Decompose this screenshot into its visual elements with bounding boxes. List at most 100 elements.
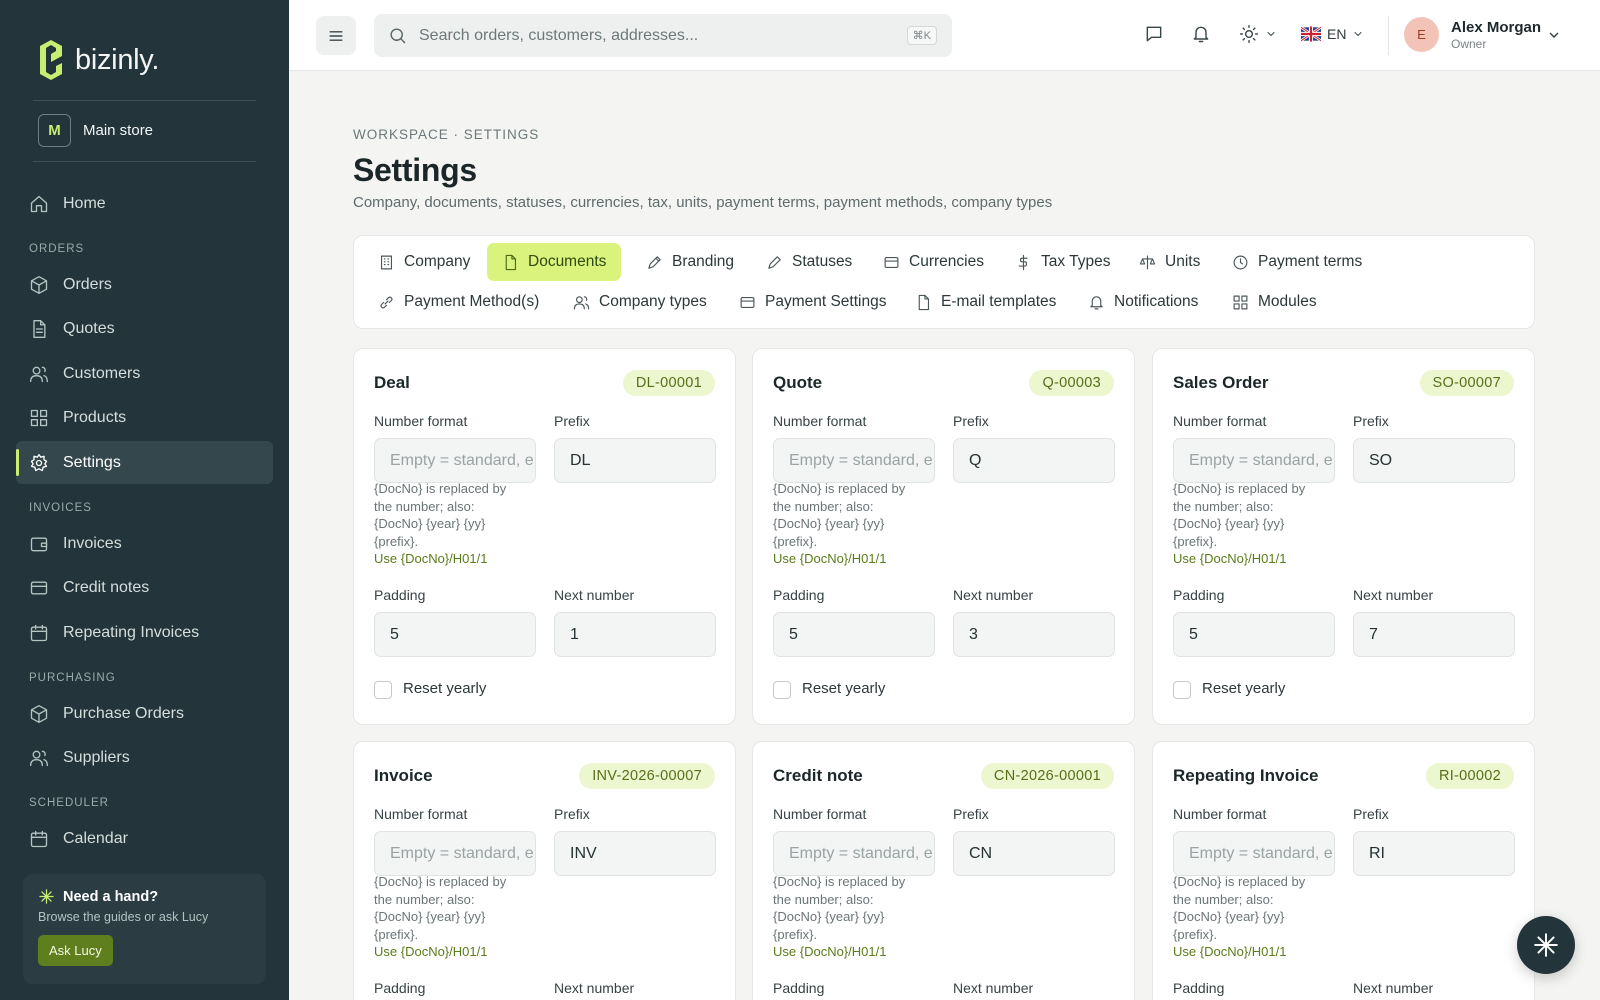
theme-toggle[interactable] xyxy=(1239,24,1277,44)
tab-label: Tax Types xyxy=(1041,253,1111,270)
tab-email-templates[interactable]: E-mail templates xyxy=(891,283,1071,321)
tab-notifications[interactable]: Notifications xyxy=(1064,283,1213,321)
reset-yearly-checkbox[interactable] xyxy=(773,681,791,699)
format-hint-example: Use {DocNo}/H01/1 xyxy=(773,551,887,566)
reset-yearly-label: Reset yearly xyxy=(802,680,886,697)
language-selector[interactable]: EN xyxy=(1301,24,1364,44)
sidebar-item-label: Customers xyxy=(63,364,141,382)
sidebar-item-settings[interactable]: Settings xyxy=(16,441,273,484)
prefix-input[interactable]: SO xyxy=(1353,438,1515,483)
sidebar-item-calendar[interactable]: Calendar xyxy=(16,817,273,860)
chevron-down-icon xyxy=(1267,32,1275,36)
tab-label: Company types xyxy=(599,293,707,310)
sidebar-item-products[interactable]: Products xyxy=(16,396,273,439)
chat-icon xyxy=(1146,26,1162,42)
prefix-label: Prefix xyxy=(1353,413,1389,429)
assistant-fab-button[interactable] xyxy=(1517,916,1575,974)
tab-payment-terms[interactable]: Payment terms xyxy=(1208,243,1377,281)
ask-lucy-button[interactable]: Ask Lucy xyxy=(38,935,113,966)
tab-payment-methods[interactable]: Payment Method(s) xyxy=(354,283,554,321)
reset-yearly-checkbox[interactable] xyxy=(374,681,392,699)
number-format-input[interactable]: Empty = standard, e.g. {DocNo} xyxy=(773,831,935,876)
tab-currencies[interactable]: Currencies xyxy=(859,243,999,281)
help-subtitle: Browse the guides or ask Lucy xyxy=(38,910,209,924)
brand-logo[interactable]: bizinly. xyxy=(36,40,159,80)
store-switcher[interactable]: M Main store xyxy=(38,114,153,147)
tab-documents[interactable]: Documents xyxy=(487,243,622,281)
tab-payment-settings[interactable]: Payment Settings xyxy=(715,283,901,321)
tab-statuses[interactable]: Statuses xyxy=(742,243,867,281)
card-title: Quote xyxy=(773,373,823,392)
prefix-input[interactable]: RI xyxy=(1353,831,1515,876)
sidebar-item-purchase-orders[interactable]: Purchase Orders xyxy=(16,692,273,735)
padding-label: Padding xyxy=(773,587,825,603)
topbar: ⌘K EN E Alex Morgan Owner xyxy=(289,0,1600,71)
tab-label: E-mail templates xyxy=(941,293,1057,310)
format-hint: {DocNo} is replaced by the number; also:… xyxy=(773,873,923,961)
menu-icon xyxy=(329,30,343,41)
sidebar-item-home[interactable]: Home xyxy=(16,182,273,225)
divider xyxy=(1388,16,1389,55)
padding-input[interactable]: 5 xyxy=(773,612,935,657)
sidebar-item-customers[interactable]: Customers xyxy=(16,352,273,395)
number-format-input[interactable]: Empty = standard, e.g. {DocNo} xyxy=(1173,438,1335,483)
padding-label: Padding xyxy=(773,980,825,996)
number-format-input[interactable]: Empty = standard, e.g. {DocNo} xyxy=(773,438,935,483)
card-icon xyxy=(884,256,899,268)
user-name: Alex Morgan xyxy=(1451,18,1542,36)
card-icon xyxy=(740,296,755,308)
search-bar[interactable]: ⌘K xyxy=(374,14,952,57)
tab-company-types[interactable]: Company types xyxy=(549,283,722,321)
tab-label: Statuses xyxy=(792,253,853,270)
sidebar-item-quotes[interactable]: Quotes xyxy=(16,307,273,350)
sidebar-item-credit-notes[interactable]: Credit notes xyxy=(16,566,273,609)
messages-button[interactable] xyxy=(1144,24,1164,44)
sidebar-item-suppliers[interactable]: Suppliers xyxy=(16,736,273,779)
wallet-icon xyxy=(30,537,48,551)
notifications-button[interactable] xyxy=(1191,24,1211,44)
tab-branding[interactable]: Branding xyxy=(622,243,749,281)
user-menu[interactable]: E Alex Morgan Owner xyxy=(1404,17,1541,52)
padding-input[interactable]: 5 xyxy=(374,612,536,657)
prefix-input[interactable]: Q xyxy=(953,438,1115,483)
format-hint: {DocNo} is replaced by the number; also:… xyxy=(374,873,524,961)
next-number-input[interactable]: 3 xyxy=(953,612,1115,657)
next-number-input[interactable]: 1 xyxy=(554,612,716,657)
prefix-input[interactable]: CN xyxy=(953,831,1115,876)
search-input[interactable] xyxy=(419,26,889,45)
next-number-label: Next number xyxy=(953,980,1034,996)
sidebar-item-label: Orders xyxy=(63,275,112,293)
menu-toggle-button[interactable] xyxy=(316,16,356,55)
prefix-label: Prefix xyxy=(953,413,989,429)
tab-units[interactable]: Units xyxy=(1115,243,1215,281)
tab-modules[interactable]: Modules xyxy=(1208,283,1332,321)
sidebar-item-label: Suppliers xyxy=(63,748,130,766)
number-format-input[interactable]: Empty = standard, e.g. {DocNo} xyxy=(1173,831,1335,876)
sidebar-item-invoices[interactable]: Invoices xyxy=(16,522,273,565)
scale-icon xyxy=(1139,255,1156,269)
sparkle-icon xyxy=(1534,933,1558,957)
format-hint-example: Use {DocNo}/H01/1 xyxy=(1173,944,1287,959)
padding-label: Padding xyxy=(1173,980,1225,996)
calendar-icon xyxy=(30,830,48,847)
number-format-input[interactable]: Empty = standard, e.g. {DocNo} xyxy=(374,831,536,876)
logo-icon xyxy=(40,40,62,80)
sun-icon xyxy=(1239,24,1259,44)
sidebar-item-label: Repeating Invoices xyxy=(63,623,200,641)
prefix-input[interactable]: INV xyxy=(554,831,716,876)
chevron-down-icon xyxy=(1354,32,1362,36)
number-format-label: Number format xyxy=(773,413,867,429)
format-hint-text: {DocNo} is replaced by the number; also:… xyxy=(773,481,906,549)
search-icon xyxy=(390,28,406,44)
prefix-input[interactable]: DL xyxy=(554,438,716,483)
next-number-input[interactable]: 7 xyxy=(1353,612,1515,657)
chevron-down-icon[interactable] xyxy=(1546,27,1562,43)
tab-tax-types[interactable]: Tax Types xyxy=(991,243,1126,281)
padding-input[interactable]: 5 xyxy=(1173,612,1335,657)
number-format-input[interactable]: Empty = standard, e.g. {DocNo} xyxy=(374,438,536,483)
sidebar-item-orders[interactable]: Orders xyxy=(16,263,273,306)
sidebar-item-label: Purchase Orders xyxy=(63,704,184,722)
reset-yearly-checkbox[interactable] xyxy=(1173,681,1191,699)
tab-company[interactable]: Company xyxy=(354,243,485,281)
sidebar-item-repeating-invoices[interactable]: Repeating Invoices xyxy=(16,611,273,654)
